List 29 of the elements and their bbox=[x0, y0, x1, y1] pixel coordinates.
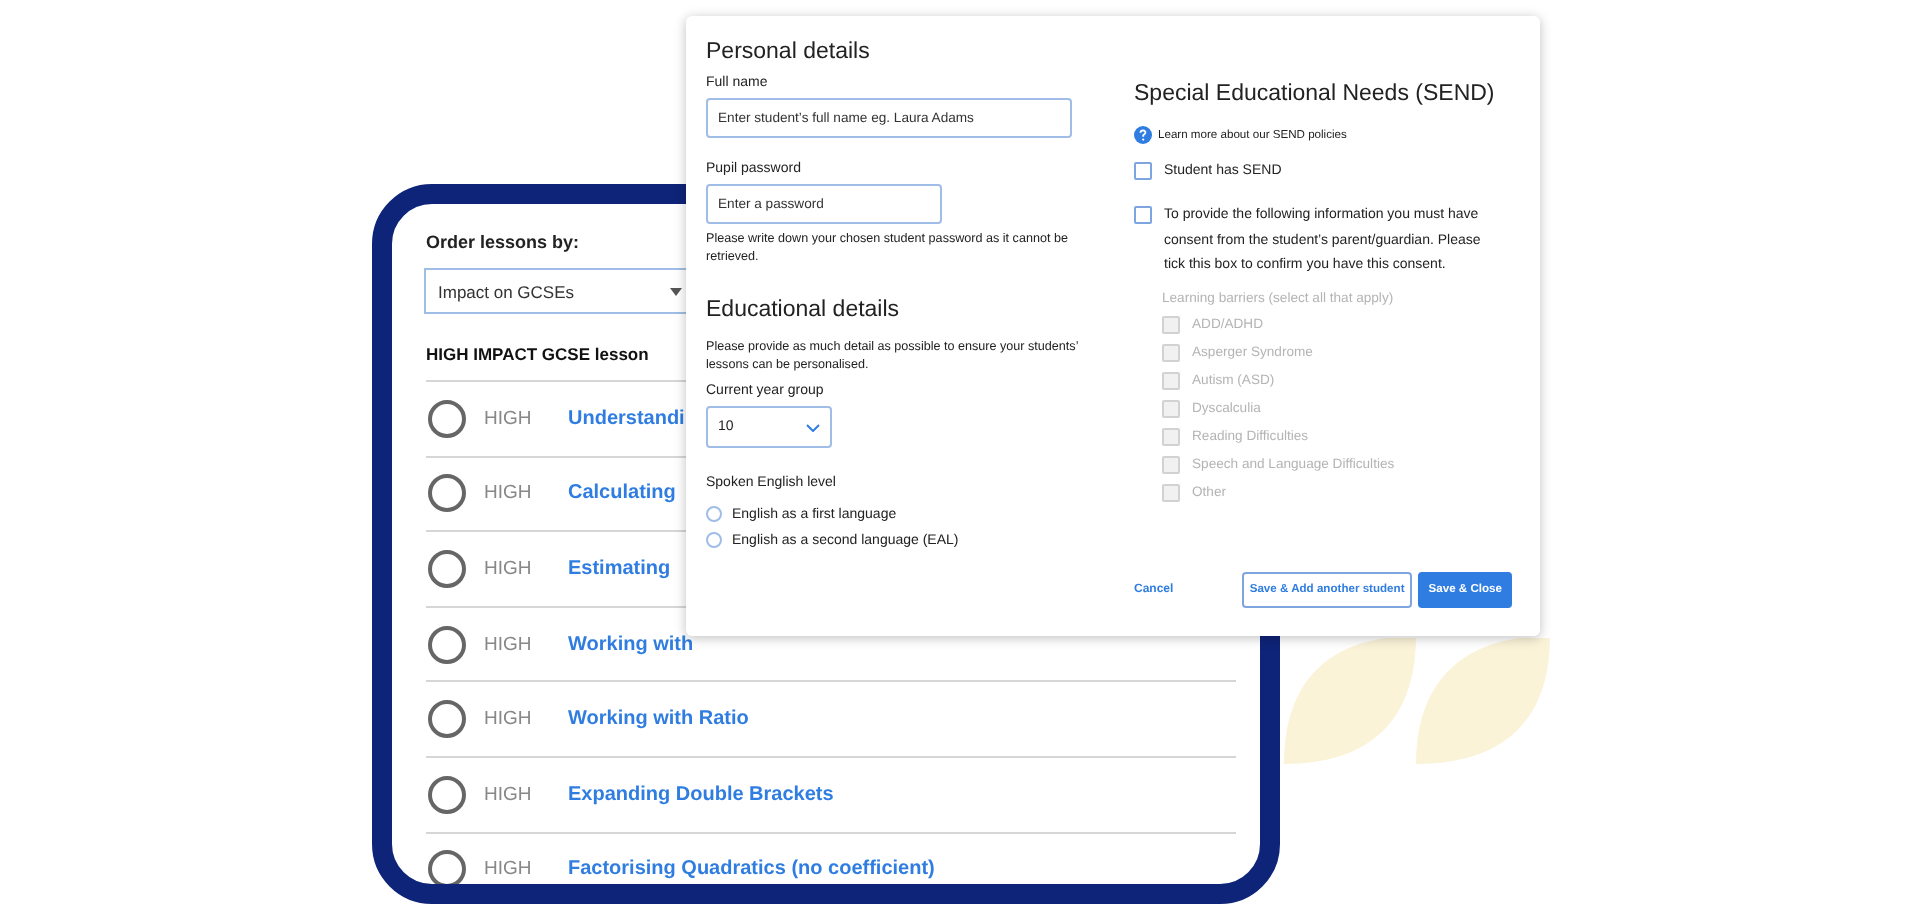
sort-dropdown[interactable]: Impact on GCSEs bbox=[424, 268, 692, 314]
section-heading: Educational details bbox=[706, 298, 900, 322]
impact-label: HIGH bbox=[484, 708, 534, 731]
impact-label: HIGH bbox=[484, 557, 534, 580]
impact-label: HIGH bbox=[484, 783, 534, 806]
chevron-down-icon bbox=[806, 423, 820, 431]
radio-circle[interactable] bbox=[428, 399, 466, 438]
radio-circle[interactable] bbox=[428, 474, 466, 513]
impact-label: HIGH bbox=[484, 633, 534, 656]
impact-label: HIGH bbox=[484, 407, 534, 430]
radio-circle[interactable] bbox=[428, 625, 466, 664]
section-title: HIGH IMPACT GCSE lesson bbox=[426, 344, 649, 364]
radio-circle[interactable] bbox=[428, 549, 466, 588]
section-heading: Personal details bbox=[706, 40, 870, 64]
lesson-link[interactable]: Estimating bbox=[568, 557, 671, 580]
help-icon bbox=[1134, 126, 1152, 144]
lesson-link[interactable]: Factorising Quadratics (no coefficient) bbox=[568, 858, 935, 881]
sort-label: Order lessons by: bbox=[426, 232, 580, 252]
lesson-link[interactable]: Understandi bbox=[568, 407, 685, 430]
radio-circle[interactable] bbox=[428, 775, 466, 814]
lesson-link[interactable]: Expanding Double Brackets bbox=[568, 783, 834, 806]
impact-label: HIGH bbox=[484, 482, 534, 505]
section-heading: Special Educational Needs (SEND) bbox=[1134, 82, 1495, 106]
lesson-link[interactable]: Calculating bbox=[568, 482, 676, 505]
radio-circle[interactable] bbox=[428, 700, 466, 739]
radio-circle[interactable] bbox=[428, 850, 466, 884]
lesson-link[interactable]: Working with Ratio bbox=[568, 708, 749, 731]
lesson-link[interactable]: Working with bbox=[568, 633, 694, 656]
impact-label: HIGH bbox=[484, 858, 534, 881]
